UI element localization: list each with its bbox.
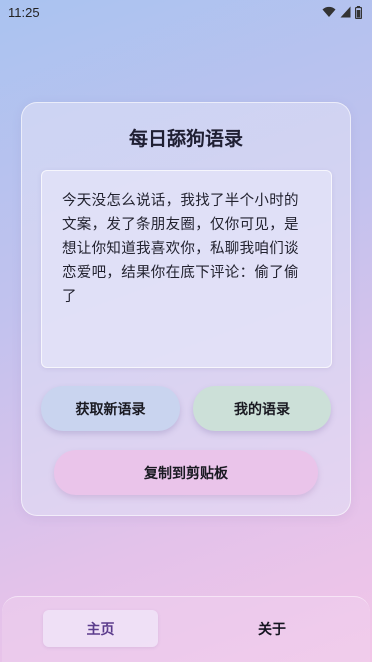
status-time: 11:25 <box>8 4 40 20</box>
status-icons <box>322 5 362 19</box>
my-quotes-button[interactable]: 我的语录 <box>193 386 331 431</box>
copy-to-clipboard-button[interactable]: 复制到剪贴板 <box>54 450 318 495</box>
wifi-icon <box>322 6 336 18</box>
bottom-nav: 主页 关于 <box>2 596 370 662</box>
page-title: 每日舔狗语录 <box>128 128 243 150</box>
nav-tab-home[interactable]: 主页 <box>43 610 158 647</box>
status-bar: 11:25 <box>0 0 372 24</box>
get-new-quote-button[interactable]: 获取新语录 <box>41 386 180 431</box>
signal-icon <box>340 6 351 18</box>
nav-tab-home-label: 主页 <box>86 621 115 638</box>
quote-box: 今天没怎么说话，我找了半个小时的文案，发了条朋友圈，仅你可见，是想让你知道我喜欢… <box>41 170 332 368</box>
quote-text: 今天没怎么说话，我找了半个小时的文案，发了条朋友圈，仅你可见，是想让你知道我喜欢… <box>62 193 299 305</box>
quote-card: 每日舔狗语录 今天没怎么说话，我找了半个小时的文案，发了条朋友圈，仅你可见，是想… <box>21 102 351 516</box>
nav-tab-about-label: 关于 <box>258 621 286 638</box>
nav-tab-about[interactable]: 关于 <box>212 610 332 647</box>
battery-icon <box>355 5 362 19</box>
